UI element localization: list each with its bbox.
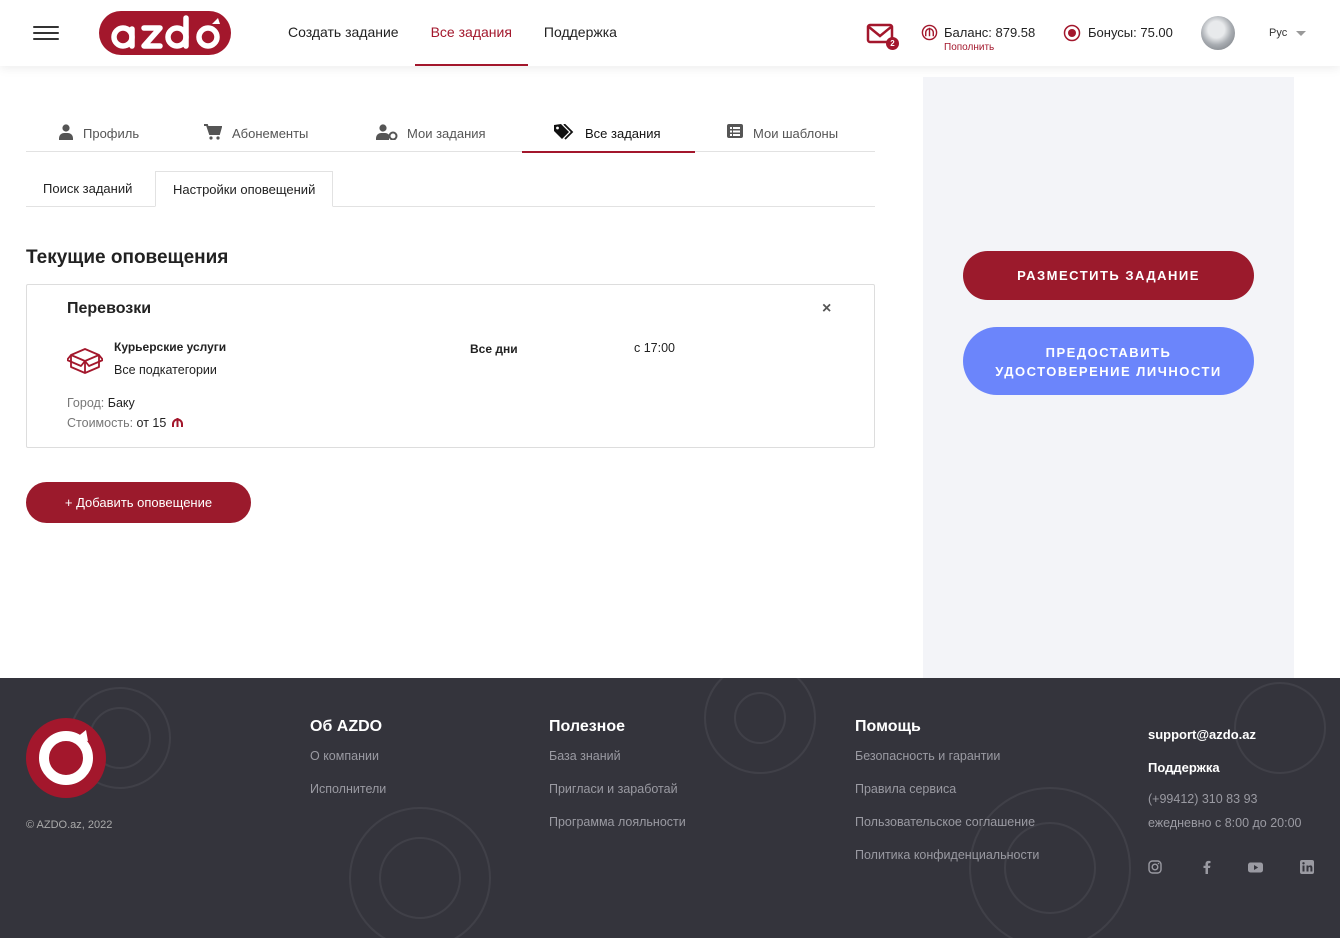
footer-link[interactable]: База знаний (549, 748, 686, 765)
support-email[interactable]: support@azdo.az (1148, 727, 1302, 742)
footer-link[interactable]: Исполнители (310, 781, 386, 798)
footer: © AZDO.az, 2022 Об AZDO О компании Испол… (0, 678, 1340, 938)
tab-my-tasks[interactable]: Мои задания (348, 116, 522, 152)
section-title: Текущие оповещения (26, 247, 229, 268)
list-icon (727, 124, 743, 138)
tab-profile[interactable]: Профиль (26, 116, 174, 152)
add-notification-button[interactable]: + Добавить оповещение (26, 482, 251, 523)
tab-label: Профиль (83, 126, 140, 141)
notification-city: Город: Баку (67, 396, 135, 410)
bonus-icon (1063, 24, 1081, 42)
notification-card: Перевозки × Курьерские услуги Все подкат… (26, 284, 875, 448)
chevron-down-icon[interactable] (1296, 31, 1306, 36)
tab-label: Мои задания (407, 126, 486, 141)
facebook-icon[interactable] (1200, 860, 1214, 874)
copyright: © AZDO.az, 2022 (26, 819, 113, 831)
footer-heading: Об AZDO (310, 718, 383, 735)
city-label: Город: (67, 396, 108, 410)
account-tabs: Профиль Абонементы Мои задания Все задан… (26, 116, 875, 153)
city-value: Баку (107, 396, 135, 410)
footer-col-about: Об AZDO О компании Исполнители (310, 718, 386, 814)
subtab-notification-settings[interactable]: Настройки оповещений (155, 171, 334, 207)
tab-label: Абонементы (232, 126, 309, 141)
notification-days: Все дни (470, 342, 518, 356)
user-icon (59, 124, 73, 140)
subtab-search-tasks[interactable]: Поиск заданий (26, 171, 149, 207)
main-nav: Создать задание Все задания Поддержка (272, 0, 633, 66)
nav-all-tasks[interactable]: Все задания (414, 0, 529, 66)
manat-icon (171, 418, 183, 427)
footer-link[interactable]: О компании (310, 748, 386, 765)
tab-all-tasks[interactable]: Все задания (522, 116, 695, 153)
top-header: Создать задание Все задания Поддержка 2 … (0, 0, 1340, 66)
footer-link[interactable]: Программа лояльности (549, 814, 686, 831)
tags-icon (554, 124, 574, 140)
cost-value: от 15 (136, 416, 167, 430)
nav-support[interactable]: Поддержка (528, 0, 633, 66)
close-icon[interactable]: × (822, 300, 831, 318)
topup-link[interactable]: Пополнить (944, 42, 994, 53)
verify-identity-button[interactable]: ПРЕДОСТАВИТЬ УДОСТОВЕРЕНИЕ ЛИЧНОСТИ (963, 327, 1254, 395)
social-links (1148, 860, 1318, 878)
youtube-icon[interactable] (1248, 860, 1263, 874)
tab-subscriptions[interactable]: Абонементы (174, 116, 348, 152)
balance-amount: Баланс: 879.58 (944, 25, 1036, 40)
wallet-icon (921, 24, 938, 41)
support-link[interactable]: Поддержка (1148, 760, 1302, 775)
mail-count-badge: 2 (886, 37, 899, 50)
footer-heading: Помощь (855, 718, 921, 735)
azdo-logo[interactable] (98, 10, 232, 56)
footer-link[interactable]: Правила сервиса (855, 781, 1039, 798)
notification-subcategory: Все подкатегории (114, 363, 217, 377)
footer-heading: Полезное (549, 718, 626, 735)
linkedin-icon[interactable] (1300, 860, 1314, 874)
nav-create-task[interactable]: Создать задание (272, 0, 415, 66)
task-subtabs: Поиск заданий Настройки оповещений (26, 171, 875, 207)
footer-col-help: Помощь Безопасность и гарантии Правила с… (855, 718, 1039, 880)
footer-link[interactable]: Политика конфиденциальности (855, 847, 1039, 864)
footer-link[interactable]: Безопасность и гарантии (855, 748, 1039, 765)
footer-link[interactable]: Пригласи и заработай (549, 781, 686, 798)
language-select[interactable]: Рус (1269, 27, 1287, 39)
footer-col-useful: Полезное База знаний Пригласи и заработа… (549, 718, 686, 847)
bonus-amount: Бонусы: 75.00 (1088, 25, 1173, 40)
support-hours: ежедневно с 8:00 до 20:00 (1148, 816, 1302, 830)
user-gear-icon (376, 124, 398, 140)
notification-category: Курьерские услуги (114, 340, 227, 354)
tab-label: Мои шаблоны (753, 126, 839, 141)
support-phone[interactable]: (+99412) 310 83 93 (1148, 792, 1302, 806)
instagram-icon[interactable] (1148, 860, 1162, 874)
avatar[interactable] (1201, 16, 1235, 50)
box-icon (67, 348, 103, 374)
azdo-footer-logo[interactable] (26, 718, 106, 798)
notification-cost: Стоимость: от 15 (67, 416, 183, 430)
tab-label: Все задания (585, 126, 661, 141)
cost-label: Стоимость: (67, 416, 137, 430)
notification-title: Перевозки (67, 300, 152, 317)
footer-contact: support@azdo.az Поддержка (+99412) 310 8… (1148, 727, 1302, 830)
tab-my-templates[interactable]: Мои шаблоны (695, 116, 875, 152)
menu-icon[interactable] (33, 24, 59, 42)
notification-time: с 17:00 (634, 341, 676, 355)
cart-icon (204, 124, 222, 140)
footer-link[interactable]: Пользовательское соглашение (855, 814, 1039, 831)
post-task-button[interactable]: РАЗМЕСТИТЬ ЗАДАНИЕ (963, 251, 1254, 300)
